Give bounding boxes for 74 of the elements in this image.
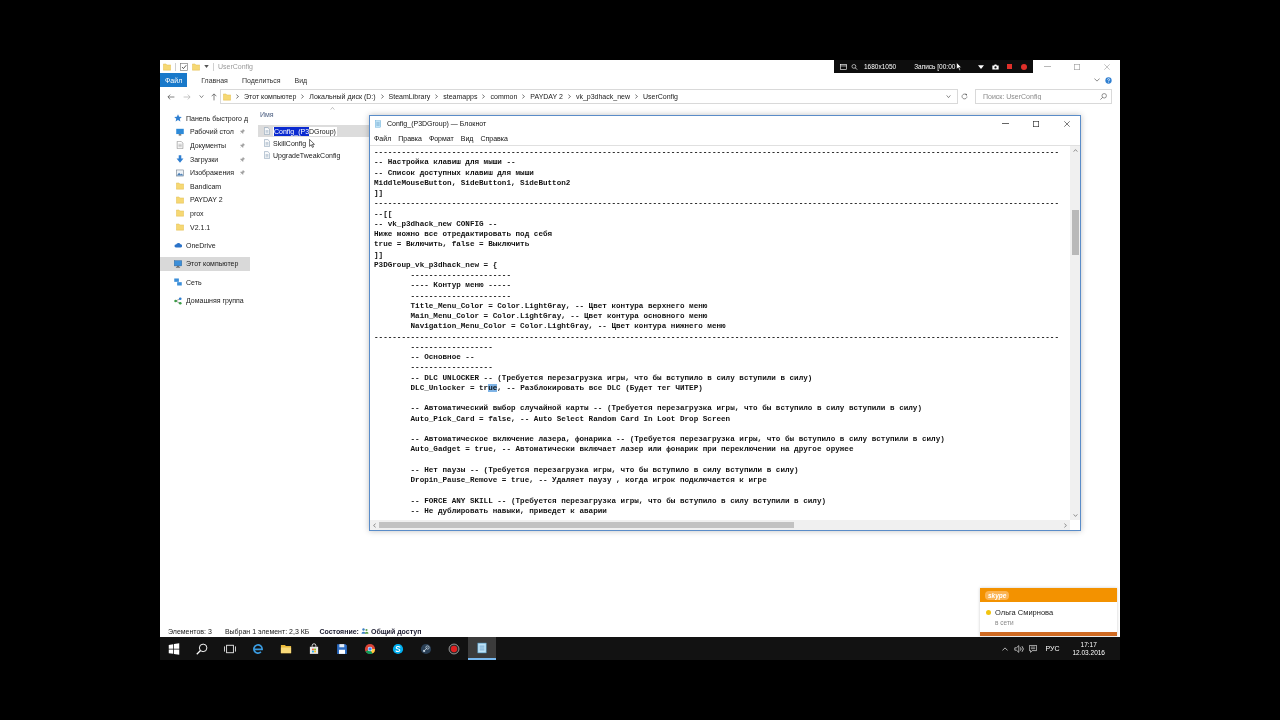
window-icon[interactable] xyxy=(840,63,847,70)
computer-icon xyxy=(174,259,182,268)
notepad-icon xyxy=(476,641,488,654)
mouse-pointer-icon xyxy=(309,139,315,148)
star-icon xyxy=(174,114,182,123)
pin-icon[interactable] xyxy=(240,170,245,176)
horizontal-scrollbar[interactable] xyxy=(370,520,1070,530)
chevron-right-icon xyxy=(635,94,638,99)
minimize-icon xyxy=(1001,123,1009,124)
chevron-right-icon xyxy=(435,94,439,99)
document-icon xyxy=(264,127,270,135)
search-icon[interactable] xyxy=(1100,93,1107,100)
scroll-left-icon[interactable] xyxy=(373,522,376,528)
chevron-right-icon xyxy=(301,94,305,99)
folder-icon xyxy=(280,642,292,655)
task-view-icon xyxy=(224,642,236,655)
close-icon xyxy=(1104,63,1110,70)
cloud-icon xyxy=(174,241,182,250)
up-arrow-icon[interactable] xyxy=(211,92,217,101)
scroll-up-icon[interactable] xyxy=(1072,149,1078,152)
minimize-icon xyxy=(1043,66,1051,67)
browser-icon xyxy=(364,642,376,655)
chevron-right-icon xyxy=(567,94,571,99)
scroll-right-icon[interactable] xyxy=(1064,522,1067,528)
chevron-right-icon xyxy=(236,94,239,99)
pin-icon[interactable] xyxy=(240,129,245,135)
people-icon xyxy=(360,628,369,634)
browser-icon xyxy=(252,642,264,655)
zoom-icon[interactable] xyxy=(851,63,858,70)
back-arrow-icon[interactable] xyxy=(167,93,175,100)
message-icon[interactable] xyxy=(1029,644,1038,653)
close-icon xyxy=(1064,120,1070,127)
picture-icon xyxy=(176,168,184,177)
record-icon xyxy=(448,642,460,655)
document-icon xyxy=(264,139,270,147)
document-icon xyxy=(264,151,270,159)
pin-icon[interactable] xyxy=(240,143,245,148)
chevron-right-icon xyxy=(482,94,486,99)
shopping-bag-icon xyxy=(308,642,320,655)
chevron-down-icon[interactable] xyxy=(1094,78,1100,82)
start-icon xyxy=(168,642,180,655)
folder-icon xyxy=(163,62,171,71)
homegroup-icon xyxy=(174,296,182,305)
folder-icon xyxy=(223,92,231,101)
chevron-right-icon xyxy=(522,94,526,99)
document-icon xyxy=(176,141,184,150)
monitor-icon xyxy=(176,127,184,136)
caret-icon[interactable] xyxy=(204,65,209,68)
chevron-right-icon xyxy=(380,94,384,99)
sort-caret-icon xyxy=(329,107,335,110)
maximize-icon xyxy=(1033,120,1039,127)
pin-icon[interactable] xyxy=(240,156,245,162)
record-icon[interactable] xyxy=(1021,63,1027,70)
speaker-icon[interactable] xyxy=(1014,644,1025,653)
chevron-up-icon[interactable] xyxy=(1002,646,1009,651)
maximize-icon xyxy=(1074,63,1080,70)
scrollbar-thumb[interactable] xyxy=(379,522,794,528)
status-dot-icon xyxy=(986,610,991,615)
vertical-scrollbar[interactable] xyxy=(1070,146,1080,520)
notepad-icon xyxy=(374,119,382,128)
network-icon xyxy=(174,278,182,287)
scroll-down-icon[interactable] xyxy=(1072,514,1078,517)
mouse-pointer-icon xyxy=(956,62,962,71)
properties-icon[interactable] xyxy=(180,62,188,71)
linked-circles-icon xyxy=(420,642,432,655)
download-arrow-icon xyxy=(176,155,184,164)
refresh-icon[interactable] xyxy=(961,93,968,100)
scrollbar-thumb[interactable] xyxy=(1071,210,1079,255)
help-icon[interactable] xyxy=(1105,76,1112,84)
dropdown-triangle-icon[interactable] xyxy=(978,64,984,69)
camera-icon[interactable] xyxy=(992,63,999,70)
s-circle-icon xyxy=(392,642,404,655)
taskbar-button[interactable] xyxy=(468,637,496,660)
search-icon xyxy=(196,642,208,655)
